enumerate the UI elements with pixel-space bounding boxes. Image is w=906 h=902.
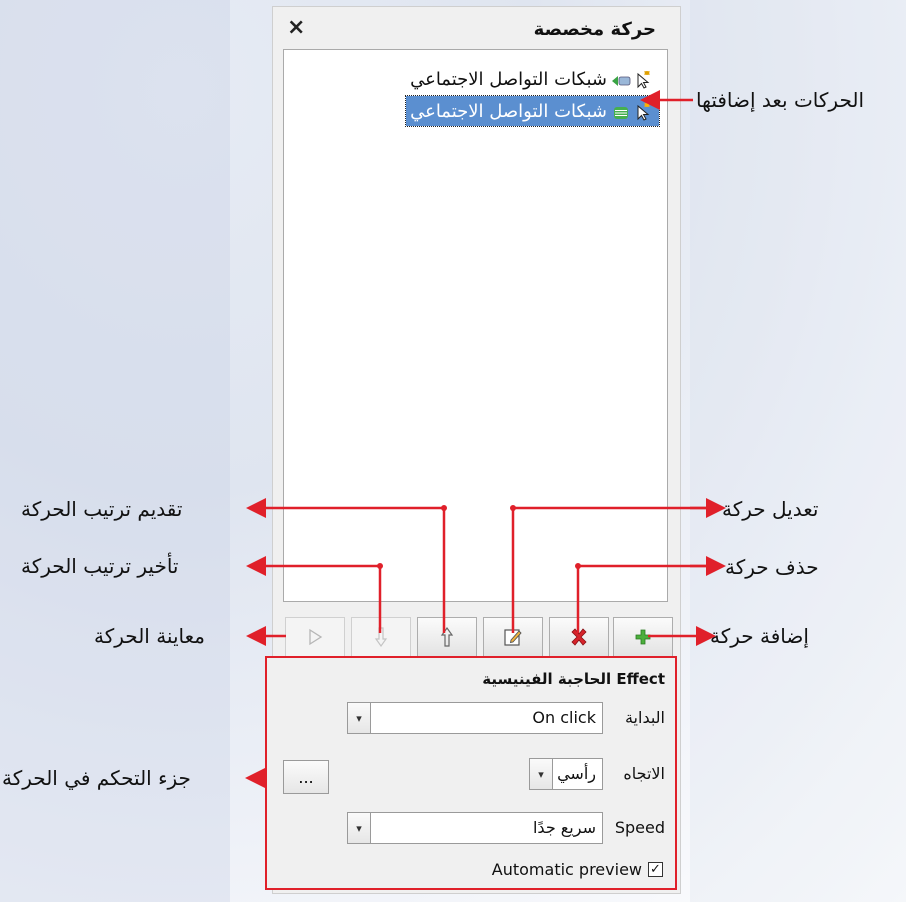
effect-title: Effect الحاجبة الفينيسية <box>482 670 665 688</box>
speed-label: Speed <box>614 818 665 837</box>
automatic-preview-label: Automatic preview <box>491 860 642 879</box>
more-options-button[interactable]: ... <box>283 760 329 794</box>
play-icon <box>309 628 323 646</box>
animation-toolbar <box>283 617 673 659</box>
move-down-button[interactable] <box>351 617 411 657</box>
chevron-down-icon[interactable]: ▾ <box>348 703 371 733</box>
chevron-down-icon[interactable]: ▾ <box>530 759 553 789</box>
play-button[interactable] <box>285 617 345 657</box>
callout-control-part: جزء التحكم في الحركة <box>2 766 191 790</box>
add-animation-button[interactable] <box>613 617 673 657</box>
slide-effect-icon <box>611 72 631 86</box>
list-item-label: شبكات التواصل الاجتماعي <box>410 68 607 90</box>
arrow-up-icon <box>440 626 454 647</box>
background-panel <box>690 0 906 902</box>
start-value: On click <box>532 708 596 727</box>
callout-move-down: تأخير ترتيب الحركة <box>21 554 179 578</box>
callout-added-animations: الحركات بعد إضافتها <box>696 88 865 112</box>
arrow-down-icon <box>374 627 388 648</box>
delete-x-icon <box>571 628 587 646</box>
list-item-label: شبكات التواصل الاجتماعي <box>410 100 607 122</box>
venetian-blinds-icon <box>611 104 631 119</box>
start-label: البداية <box>624 708 665 727</box>
callout-delete: حذف حركة <box>725 555 819 579</box>
close-icon[interactable]: × <box>287 15 305 40</box>
speed-select[interactable]: سريع جدًا ▾ <box>347 812 603 844</box>
plus-icon <box>635 629 651 645</box>
direction-value: رأسي <box>557 764 596 783</box>
automatic-preview-row[interactable]: Automatic preview ✓ <box>492 860 663 879</box>
remove-animation-button[interactable] <box>549 617 609 657</box>
callout-add: إضافة حركة <box>710 624 809 648</box>
list-item[interactable]: شبكات التواصل الاجتماعي <box>406 64 659 94</box>
direction-label: الاتجاه <box>623 764 665 783</box>
panel-title: حركة مخصصة <box>533 19 656 40</box>
animation-controls: Effect الحاجبة الفينيسية البداية On clic… <box>265 656 677 890</box>
callout-move-up: تقديم ترتيب الحركة <box>21 497 183 521</box>
speed-value: سريع جدًا <box>532 818 596 837</box>
edit-animation-button[interactable] <box>483 617 543 657</box>
move-up-button[interactable] <box>417 617 477 657</box>
cursor-star-icon <box>635 101 655 121</box>
chevron-down-icon[interactable]: ▾ <box>348 813 371 843</box>
start-select[interactable]: On click ▾ <box>347 702 603 734</box>
callout-edit: تعديل حركة <box>722 497 819 521</box>
direction-select[interactable]: رأسي ▾ <box>529 758 603 790</box>
edit-icon <box>504 629 522 646</box>
callout-preview: معاينة الحركة <box>94 624 205 648</box>
animation-list[interactable]: شبكات التواصل الاجتماعي شبكات التواصل ال… <box>283 49 668 602</box>
automatic-preview-checkbox[interactable]: ✓ <box>648 862 663 877</box>
cursor-star-icon <box>635 69 655 89</box>
list-item-selected[interactable]: شبكات التواصل الاجتماعي <box>405 95 660 127</box>
